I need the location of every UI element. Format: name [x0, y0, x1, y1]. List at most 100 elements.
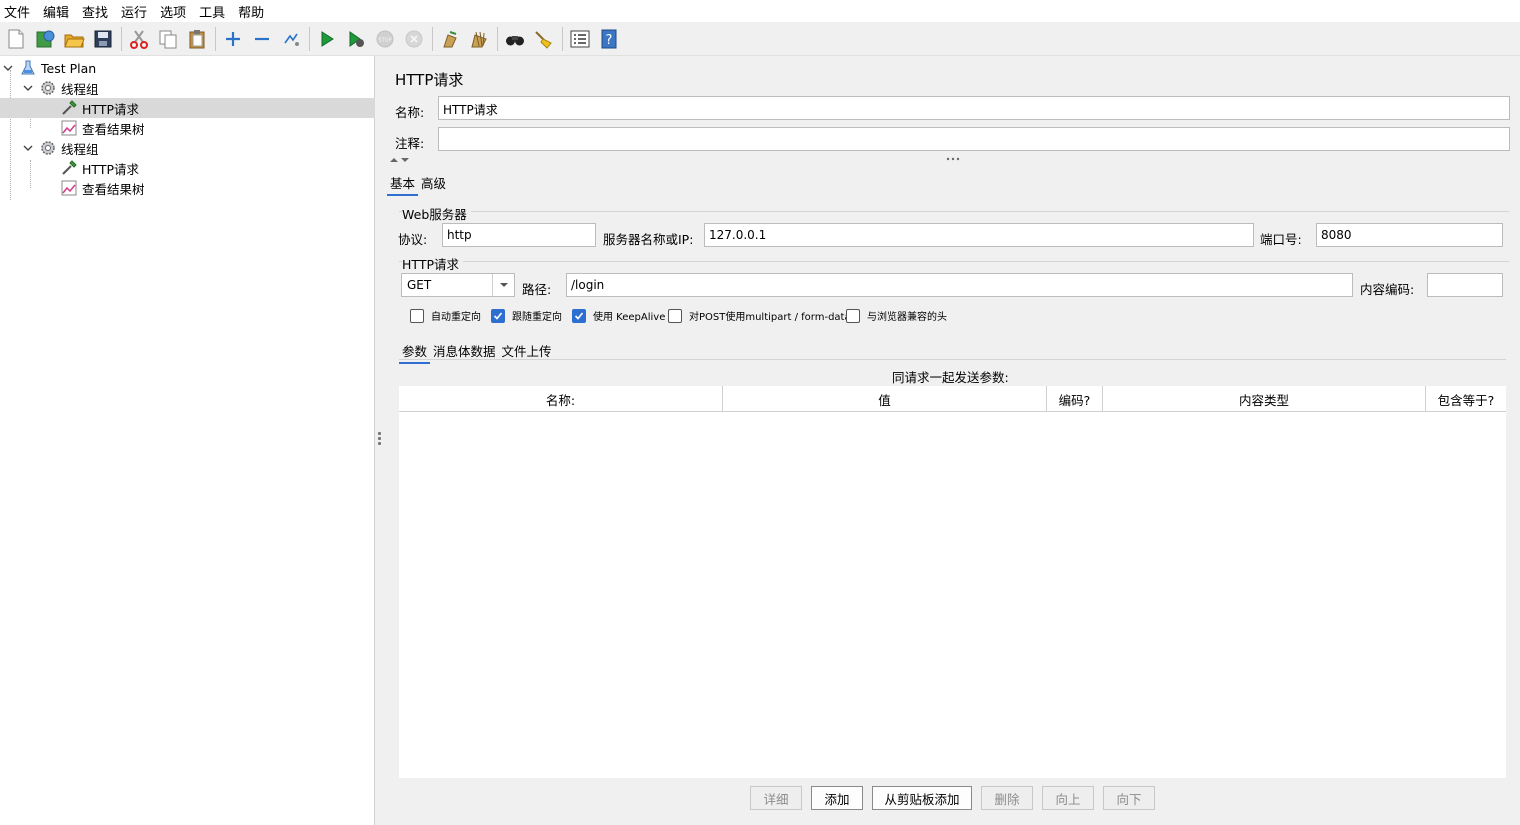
keepalive-checkbox[interactable]: 使用 KeepAlive [572, 308, 665, 323]
tab-body-data[interactable]: 消息体数据 [430, 339, 499, 364]
detail-button[interactable]: 详细 [750, 786, 802, 810]
tree-guide-line [10, 70, 11, 200]
toolbar-separator [215, 26, 216, 51]
protocol-field[interactable]: http [442, 223, 596, 247]
templates-icon[interactable] [34, 28, 56, 50]
multipart-checkbox[interactable]: 对POST使用multipart / form-data [668, 308, 851, 323]
clear-all-icon[interactable] [468, 28, 490, 50]
cut-icon[interactable] [128, 28, 150, 50]
checkbox-box[interactable] [410, 308, 424, 323]
check-icon[interactable] [572, 308, 586, 323]
tree-node-view-results-tree[interactable]: 查看结果树 [60, 118, 145, 138]
encoding-label: 内容编码: [1360, 282, 1415, 297]
tree-node-label: HTTP请求 [82, 161, 139, 177]
browser-headers-checkbox[interactable]: 与浏览器兼容的头 [846, 308, 947, 323]
tab-parameters[interactable]: 参数 [399, 339, 431, 364]
gear-icon [39, 139, 57, 157]
splitter-grip-icon [946, 157, 960, 161]
port-field[interactable]: 8080 [1316, 223, 1503, 247]
method-value: GET [407, 278, 432, 292]
pipette-icon [60, 99, 78, 117]
tab-file-upload[interactable]: 文件上传 [499, 339, 555, 364]
up-button[interactable]: 向上 [1042, 786, 1094, 810]
menu-search[interactable]: 查找 [82, 2, 108, 21]
params-caption: 同请求一起发送参数: [892, 370, 1009, 385]
help-icon[interactable]: ? [598, 28, 620, 50]
server-field[interactable]: 127.0.0.1 [704, 223, 1254, 247]
comment-field[interactable] [438, 127, 1510, 151]
toolbar-separator [497, 26, 498, 51]
column-header-content-type[interactable]: 内容类型 [1103, 386, 1426, 412]
tab-basic[interactable]: 基本 [387, 171, 419, 196]
tree-node-http-request[interactable]: HTTP请求 [60, 158, 139, 178]
down-button[interactable]: 向下 [1103, 786, 1155, 810]
method-select[interactable]: GET [401, 273, 515, 297]
toolbar-separator [121, 26, 122, 51]
port-label: 端口号: [1260, 232, 1302, 247]
column-header-include-equals[interactable]: 包含等于? [1426, 386, 1506, 412]
tree-node-http-request[interactable]: HTTP请求 [0, 98, 375, 118]
checkbox-label: 跟随重定向 [512, 312, 562, 323]
shutdown-icon[interactable] [403, 28, 425, 50]
expand-icon[interactable] [222, 28, 244, 50]
save-icon[interactable] [92, 28, 114, 50]
menu-run[interactable]: 运行 [121, 2, 147, 21]
start-icon[interactable] [316, 28, 338, 50]
tree-node-thread-group[interactable]: 线程组 [22, 138, 99, 158]
horizontal-splitter[interactable] [386, 155, 1520, 163]
chevron-down-icon[interactable] [22, 142, 34, 154]
column-header-name[interactable]: 名称: [399, 386, 723, 412]
checkbox-box[interactable] [668, 308, 682, 323]
chevron-down-icon[interactable] [22, 82, 34, 94]
collapse-arrows-icon[interactable] [389, 156, 413, 164]
menu-help[interactable]: 帮助 [238, 2, 264, 21]
new-icon[interactable] [5, 28, 27, 50]
open-icon[interactable] [63, 28, 85, 50]
menu-options[interactable]: 选项 [160, 2, 186, 21]
http-request-group-title: HTTP请求 [402, 254, 463, 273]
tree-node-thread-group[interactable]: 线程组 [22, 78, 99, 98]
tree-node-test-plan[interactable]: Test Plan [2, 58, 96, 78]
search-icon[interactable] [504, 28, 526, 50]
encoding-field[interactable] [1427, 273, 1503, 297]
checkbox-label: 自动重定向 [431, 312, 481, 323]
clear-icon[interactable] [439, 28, 461, 50]
check-icon[interactable] [491, 308, 505, 323]
svg-text:STOP: STOP [378, 37, 391, 43]
name-field[interactable]: HTTP请求 [438, 96, 1510, 120]
toggle-icon[interactable] [280, 28, 302, 50]
menu-edit[interactable]: 编辑 [43, 2, 69, 21]
test-plan-icon [19, 59, 37, 77]
tree-node-label: 查看结果树 [82, 181, 145, 197]
copy-icon[interactable] [157, 28, 179, 50]
paste-icon[interactable] [186, 28, 208, 50]
comment-label: 注释: [395, 136, 425, 151]
server-label: 服务器名称或IP: [603, 232, 694, 247]
parameters-table[interactable]: 名称: 值 编码? 内容类型 包含等于? [399, 386, 1506, 778]
toolbar-separator [432, 26, 433, 51]
web-server-group-title: Web服务器 [402, 204, 471, 223]
column-header-value[interactable]: 值 [723, 386, 1047, 412]
start-no-pause-icon[interactable] [345, 28, 367, 50]
menu-tools[interactable]: 工具 [199, 2, 225, 21]
function-helper-icon[interactable] [569, 28, 591, 50]
chevron-down-icon[interactable] [2, 62, 14, 74]
add-from-clipboard-button[interactable]: 从剪贴板添加 [872, 786, 972, 810]
toolbar: STOP ? [0, 22, 1520, 56]
delete-button[interactable]: 删除 [981, 786, 1033, 810]
stop-icon[interactable]: STOP [374, 28, 396, 50]
tree-node-view-results-tree[interactable]: 查看结果树 [60, 178, 145, 198]
follow-redirect-checkbox[interactable]: 跟随重定向 [491, 308, 562, 323]
gear-icon [39, 79, 57, 97]
column-header-encode[interactable]: 编码? [1047, 386, 1103, 412]
collapse-icon[interactable] [251, 28, 273, 50]
add-button[interactable]: 添加 [811, 786, 863, 810]
tab-advanced[interactable]: 高级 [418, 171, 449, 196]
auto-redirect-checkbox[interactable]: 自动重定向 [410, 308, 481, 323]
vertical-splitter[interactable] [375, 56, 386, 825]
chevron-down-icon[interactable] [492, 274, 514, 296]
path-field[interactable]: /login [566, 273, 1353, 297]
menu-file[interactable]: 文件 [4, 2, 30, 21]
checkbox-box[interactable] [846, 308, 860, 323]
reset-search-icon[interactable] [533, 28, 555, 50]
